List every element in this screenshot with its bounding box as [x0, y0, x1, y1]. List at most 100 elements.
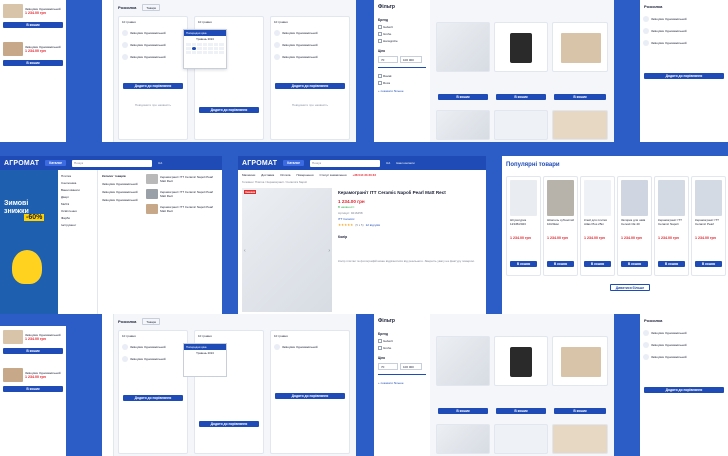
- next-image-icon[interactable]: ›: [328, 248, 330, 254]
- list-item[interactable]: 10 травня: [195, 17, 263, 27]
- product-card-image[interactable]: [552, 22, 608, 72]
- buy-button[interactable]: В кошик: [554, 94, 606, 100]
- submenu-item[interactable]: Змішувач Одноважільний: [102, 190, 138, 194]
- buy-button[interactable]: В кошик: [3, 386, 63, 392]
- price-to-input[interactable]: 100 000: [400, 363, 422, 370]
- brand-link[interactable]: ITT Ceramic: [338, 217, 354, 221]
- sidebar-item[interactable]: Сантехніка: [61, 181, 94, 185]
- list-item[interactable]: 10 травня: [119, 17, 187, 27]
- product-card-image[interactable]: [494, 22, 548, 72]
- pickup-button[interactable]: Додати до порівняння: [123, 395, 183, 401]
- sidebar-item[interactable]: Інструмент: [61, 223, 94, 227]
- product-card[interactable]: Шпатель зубчастий 10/20мм 1 234.00 грн В к…: [543, 176, 578, 276]
- sidebar-item[interactable]: Меблі: [61, 202, 94, 206]
- filter-option[interactable]: Geberit: [378, 339, 426, 343]
- buy-button[interactable]: В кошик: [438, 94, 488, 100]
- toolbar-item[interactable]: Магазини: [242, 173, 255, 177]
- promo-banner[interactable]: Зимові знижки -60%: [0, 170, 58, 314]
- filter-option[interactable]: Geberit: [378, 25, 426, 29]
- product-card[interactable]: Керамограніт ITT Ceramic Pearl 1 234.00 г…: [691, 176, 726, 276]
- sidebar-item[interactable]: Фарби: [61, 216, 94, 220]
- list-item[interactable]: 10 травня: [119, 331, 187, 341]
- pickup-button[interactable]: Додати до порівняння: [275, 83, 345, 89]
- buy-button[interactable]: В кошик: [584, 261, 611, 267]
- price-to-input[interactable]: 100 000: [400, 56, 422, 63]
- toolbar-item[interactable]: Статус замовлення: [319, 173, 346, 177]
- search-input[interactable]: Пошук: [72, 159, 153, 167]
- filter-section-price[interactable]: Ціна: [378, 356, 426, 360]
- price-from-input[interactable]: 70: [378, 363, 398, 370]
- product-card-image[interactable]: [494, 424, 548, 454]
- product-card[interactable]: Клей для плитки Atlas Plus 25кг 1 234.00 …: [580, 176, 615, 276]
- catalog-button[interactable]: Каталог: [45, 160, 67, 166]
- price-slider[interactable]: [378, 67, 426, 68]
- filter-section-brand[interactable]: Бренд: [378, 332, 426, 336]
- product-card[interactable]: Затирка для швів Ceresit CE 40 1 234.00 г…: [617, 176, 652, 276]
- filter-section-price[interactable]: Ціна: [378, 49, 426, 53]
- product-card-image[interactable]: [436, 110, 490, 140]
- tab-products[interactable]: Товари: [142, 4, 161, 11]
- notify-link[interactable]: Повідомити про наявність: [119, 103, 187, 107]
- reviews-link[interactable]: 12 відгуків: [366, 223, 380, 227]
- filter-option[interactable]: Ravak: [378, 74, 426, 78]
- pickup-button[interactable]: Додати до порівняння: [123, 83, 183, 89]
- product-card-image[interactable]: [552, 424, 608, 454]
- submenu-item[interactable]: Змішувач Одноважільний: [102, 182, 138, 186]
- product-card[interactable]: Штукатурка 12345/2023 1 234.00 грн В кошик: [506, 176, 541, 276]
- toolbar-item[interactable]: Повернення: [296, 173, 313, 177]
- language-switch[interactable]: UA: [158, 161, 162, 165]
- buy-button[interactable]: В кошик: [496, 408, 546, 414]
- price-from-input[interactable]: 70: [378, 56, 398, 63]
- catalog-button[interactable]: Каталог: [283, 160, 305, 166]
- pickup-button[interactable]: Додати до порівняння: [199, 421, 259, 427]
- buy-button[interactable]: В кошик: [510, 261, 537, 267]
- product-gallery[interactable]: Знижка ‹ ›: [242, 188, 332, 312]
- language-switch[interactable]: UA: [386, 161, 390, 165]
- phone-number[interactable]: +38 044 33 33 33: [352, 173, 375, 177]
- product-card-image[interactable]: [494, 110, 548, 140]
- product-card-image[interactable]: [436, 22, 490, 72]
- filter-option[interactable]: Grohe: [378, 346, 426, 350]
- buy-button[interactable]: В кошик: [3, 348, 63, 354]
- list-item[interactable]: 10 травня: [271, 17, 349, 27]
- buy-button[interactable]: В кошик: [695, 261, 722, 267]
- product-card[interactable]: Керамограніт ITT Ceramic Napoli 1 234.00 …: [654, 176, 689, 276]
- pickup-button[interactable]: Додати до порівняння: [644, 73, 724, 79]
- buy-button[interactable]: В кошик: [438, 408, 488, 414]
- toolbar-item[interactable]: Доставка: [261, 173, 274, 177]
- logo[interactable]: АГРОМАТ: [242, 160, 277, 167]
- toolbar-item[interactable]: Оплата: [280, 173, 290, 177]
- filter-section-brand[interactable]: Бренд: [378, 18, 426, 22]
- buy-button[interactable]: В кошик: [3, 60, 63, 66]
- filter-option[interactable]: Hansgrohe: [378, 39, 426, 43]
- search-input[interactable]: Пошук: [310, 159, 381, 167]
- product-card-image[interactable]: [494, 336, 548, 386]
- list-item[interactable]: 10 травня: [271, 331, 349, 341]
- sidebar-item[interactable]: Плитка: [61, 174, 94, 178]
- tab-products[interactable]: Товари: [142, 318, 161, 325]
- product-card-image[interactable]: [552, 110, 608, 140]
- sidebar-item[interactable]: Ванні кімнати: [61, 188, 94, 192]
- pickup-button[interactable]: Додати до порівняння: [275, 393, 345, 399]
- breadcrumb[interactable]: Головна / Плитка / Керамограніт / Cerami…: [242, 180, 307, 184]
- logo[interactable]: АГРОМАТ: [4, 160, 39, 167]
- notify-link[interactable]: Повідомити про наявність: [271, 103, 349, 107]
- show-more-button[interactable]: Дивитися більше: [610, 284, 650, 291]
- sidebar-item[interactable]: Освітлення: [61, 209, 94, 213]
- pickup-button[interactable]: Додати до порівняння: [644, 387, 724, 393]
- show-more-link[interactable]: + показати більше: [378, 89, 426, 93]
- product-card-image[interactable]: [436, 424, 490, 454]
- product-card-image[interactable]: [436, 336, 490, 386]
- filter-option[interactable]: Grohe: [378, 32, 426, 36]
- buy-button[interactable]: В кошик: [496, 94, 546, 100]
- submenu-item[interactable]: Змішувач Одноважільний: [102, 198, 138, 202]
- price-slider[interactable]: [378, 374, 426, 375]
- show-more-link[interactable]: + показати більше: [378, 381, 426, 385]
- buy-button[interactable]: В кошик: [621, 261, 648, 267]
- filter-option[interactable]: Roca: [378, 81, 426, 85]
- sidebar-item[interactable]: Двері: [61, 195, 94, 199]
- buy-button[interactable]: В кошик: [3, 22, 63, 28]
- buy-button[interactable]: В кошик: [658, 261, 685, 267]
- buy-button[interactable]: В кошик: [547, 261, 574, 267]
- pickup-button[interactable]: Додати до порівняння: [199, 107, 259, 113]
